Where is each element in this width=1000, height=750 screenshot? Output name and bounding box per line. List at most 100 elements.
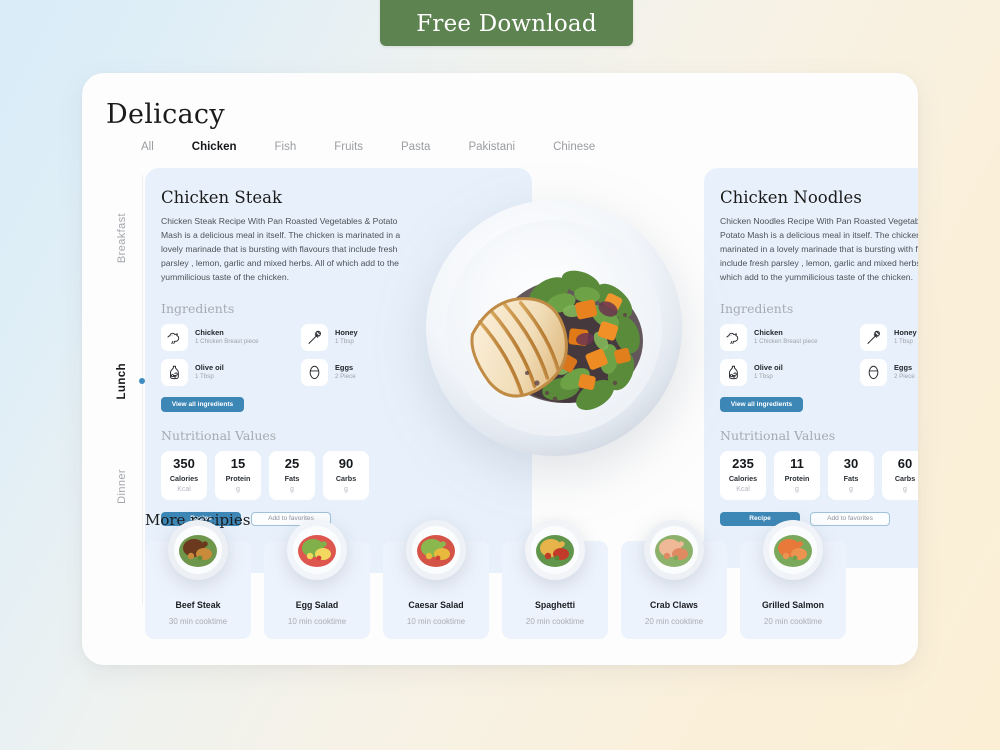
tab-all[interactable]: All xyxy=(141,141,154,153)
nutrition-heading: Nutritional Values xyxy=(720,427,836,443)
ingredient-quantity: 1 Tbsp xyxy=(754,372,773,380)
more-recipe-card[interactable]: Beef Steak 30 min cooktime xyxy=(145,520,251,639)
ingredients-heading: Ingredients xyxy=(720,300,794,316)
ingredient-quantity: 2 Piece xyxy=(335,372,356,380)
more-recipe-card[interactable]: Egg Salad 10 min cooktime xyxy=(264,520,370,639)
nutrition-value: 15 xyxy=(230,455,246,471)
meal-rail-label: Breakfast xyxy=(116,212,128,264)
app-brand-title: Delicacy xyxy=(106,99,225,130)
nutrition-label: Calories xyxy=(728,474,758,484)
ingredient-quantity: 1 Chicken Breast piece xyxy=(754,337,818,345)
meal-rail-item-lunch[interactable]: Lunch xyxy=(100,351,145,411)
chicken-steak-plate-image xyxy=(426,200,682,456)
ingredient-item: Olive oil 1 Tbsp xyxy=(161,358,291,386)
nutrition-label: Fats xyxy=(284,474,300,484)
nutrition-unit: g xyxy=(903,486,907,494)
more-recipe-thumbnail xyxy=(168,520,228,580)
ingredient-name: Olive oil xyxy=(754,362,783,372)
nutrition-box: 25 Fats g xyxy=(269,450,315,500)
more-recipe-card[interactable]: Crab Claws 20 min cooktime xyxy=(621,520,727,639)
more-recipe-name: Spaghetti xyxy=(534,600,576,610)
chicken-icon xyxy=(161,323,188,351)
chicken-icon xyxy=(720,323,747,351)
meal-rail-label: Dinner xyxy=(116,468,128,504)
ingredient-item: Olive oil 1 Tbsp xyxy=(720,358,850,386)
tab-chicken[interactable]: Chicken xyxy=(192,141,237,153)
more-recipe-card[interactable]: Grilled Salmon 20 min cooktime xyxy=(740,520,846,639)
nutrition-box: 15 Protein g xyxy=(215,450,261,500)
nutrition-box: 60 Carbs g xyxy=(882,450,918,500)
more-recipe-thumbnail xyxy=(525,520,585,580)
nutrition-value: 350 xyxy=(173,455,195,471)
more-recipe-card[interactable]: Caesar Salad 10 min cooktime xyxy=(383,520,489,639)
nutrition-label: Protein xyxy=(225,474,251,484)
nutrition-unit: Kcal xyxy=(177,486,191,494)
free-download-button[interactable]: Free Download xyxy=(380,0,633,46)
nutrition-value: 11 xyxy=(790,455,804,471)
nutrition-unit: g xyxy=(344,486,348,494)
ingredients-grid: Chicken 1 Chicken Breast piece Honey 1 T… xyxy=(720,323,918,386)
ingredient-quantity: 1 Tbsp xyxy=(195,372,214,380)
egg-icon xyxy=(301,358,328,386)
view-all-ingredients-button[interactable]: View all ingredients xyxy=(720,396,803,412)
ingredient-quantity: 1 Tbsp xyxy=(335,337,354,345)
nutrition-value: 30 xyxy=(843,455,859,471)
tab-pasta[interactable]: Pasta xyxy=(401,141,430,153)
recipe-title: Chicken Noodles xyxy=(720,188,862,207)
view-all-ingredients-button[interactable]: View all ingredients xyxy=(161,396,244,412)
more-recipes-row: Beef Steak 30 min cooktime Egg Salad 10 … xyxy=(145,520,846,639)
nutrition-label: Fats xyxy=(843,474,859,484)
more-recipe-cooktime: 20 min cooktime xyxy=(525,617,585,626)
recipe-description: Chicken Noodles Recipe With Pan Roasted … xyxy=(720,216,918,282)
meal-rail-item-breakfast[interactable]: Breakfast xyxy=(100,193,144,283)
ingredient-item: Chicken 1 Chicken Breast piece xyxy=(720,323,850,351)
app-window: Delicacy All Chicken Fish Fruits Pasta Pakist… xyxy=(82,73,918,665)
more-recipe-cooktime: 20 min cooktime xyxy=(644,617,704,626)
meal-rail-item-dinner[interactable]: Dinner xyxy=(100,451,144,521)
more-recipe-name: Grilled Salmon xyxy=(761,600,825,610)
nutrition-box: 235 Calories Kcal xyxy=(720,450,766,500)
nutrition-label: Carbs xyxy=(894,474,916,484)
nutrition-unit: g xyxy=(795,486,799,494)
more-recipe-thumbnail xyxy=(763,520,823,580)
ingredient-quantity: 1 Chicken Breast piece xyxy=(195,337,259,345)
nutrition-label: Carbs xyxy=(335,474,357,484)
nutrition-label: Protein xyxy=(784,474,810,484)
recipe-card: Chicken Noodles Chicken Noodles Recipe W… xyxy=(704,168,918,568)
ingredient-item: Eggs 2 Piece xyxy=(860,358,918,386)
tab-chinese[interactable]: Chinese xyxy=(553,141,595,153)
ingredient-name: Eggs xyxy=(335,362,354,372)
ingredient-name: Chicken xyxy=(754,327,783,337)
recipe-description: Chicken Steak Recipe With Pan Roasted Ve… xyxy=(161,216,401,282)
more-recipe-card[interactable]: Spaghetti 20 min cooktime xyxy=(502,520,608,639)
tab-fruits[interactable]: Fruits xyxy=(334,141,363,153)
olive-oil-bottle-icon xyxy=(161,358,188,386)
more-recipe-cooktime: 30 min cooktime xyxy=(168,617,228,626)
ingredient-item: Honey 1 Tbsp xyxy=(860,323,918,351)
more-recipe-thumbnail xyxy=(644,520,704,580)
nutrition-box: 90 Carbs g xyxy=(323,450,369,500)
nutrition-value: 60 xyxy=(897,455,913,471)
tab-pakistani[interactable]: Pakistani xyxy=(468,141,515,153)
more-recipe-name: Crab Claws xyxy=(650,600,698,610)
more-recipe-cooktime: 20 min cooktime xyxy=(763,617,823,626)
more-recipe-thumbnail xyxy=(406,520,466,580)
more-recipe-cooktime: 10 min cooktime xyxy=(287,617,347,626)
tab-fish[interactable]: Fish xyxy=(275,141,297,153)
more-recipe-thumbnail xyxy=(287,520,347,580)
nutrition-box: 11 Protein g xyxy=(774,450,820,500)
nutrition-unit: Kcal xyxy=(736,486,750,494)
nutrition-unit: g xyxy=(849,486,853,494)
more-recipe-cooktime: 10 min cooktime xyxy=(406,617,466,626)
free-download-label: Free Download xyxy=(416,11,597,37)
nutrition-label: Calories xyxy=(169,474,199,484)
more-recipe-name: Egg Salad xyxy=(295,600,339,610)
nutrition-unit: g xyxy=(236,486,240,494)
ingredient-name: Honey xyxy=(335,327,358,337)
nutrition-unit: g xyxy=(290,486,294,494)
ingredient-quantity: 2 Piece xyxy=(894,372,915,380)
category-tabs: All Chicken Fish Fruits Pasta Pakistani Chines… xyxy=(141,141,595,153)
ingredient-quantity: 1 Tbsp xyxy=(894,337,913,345)
more-recipe-name: Caesar Salad xyxy=(408,600,464,610)
nutrition-box: 30 Fats g xyxy=(828,450,874,500)
